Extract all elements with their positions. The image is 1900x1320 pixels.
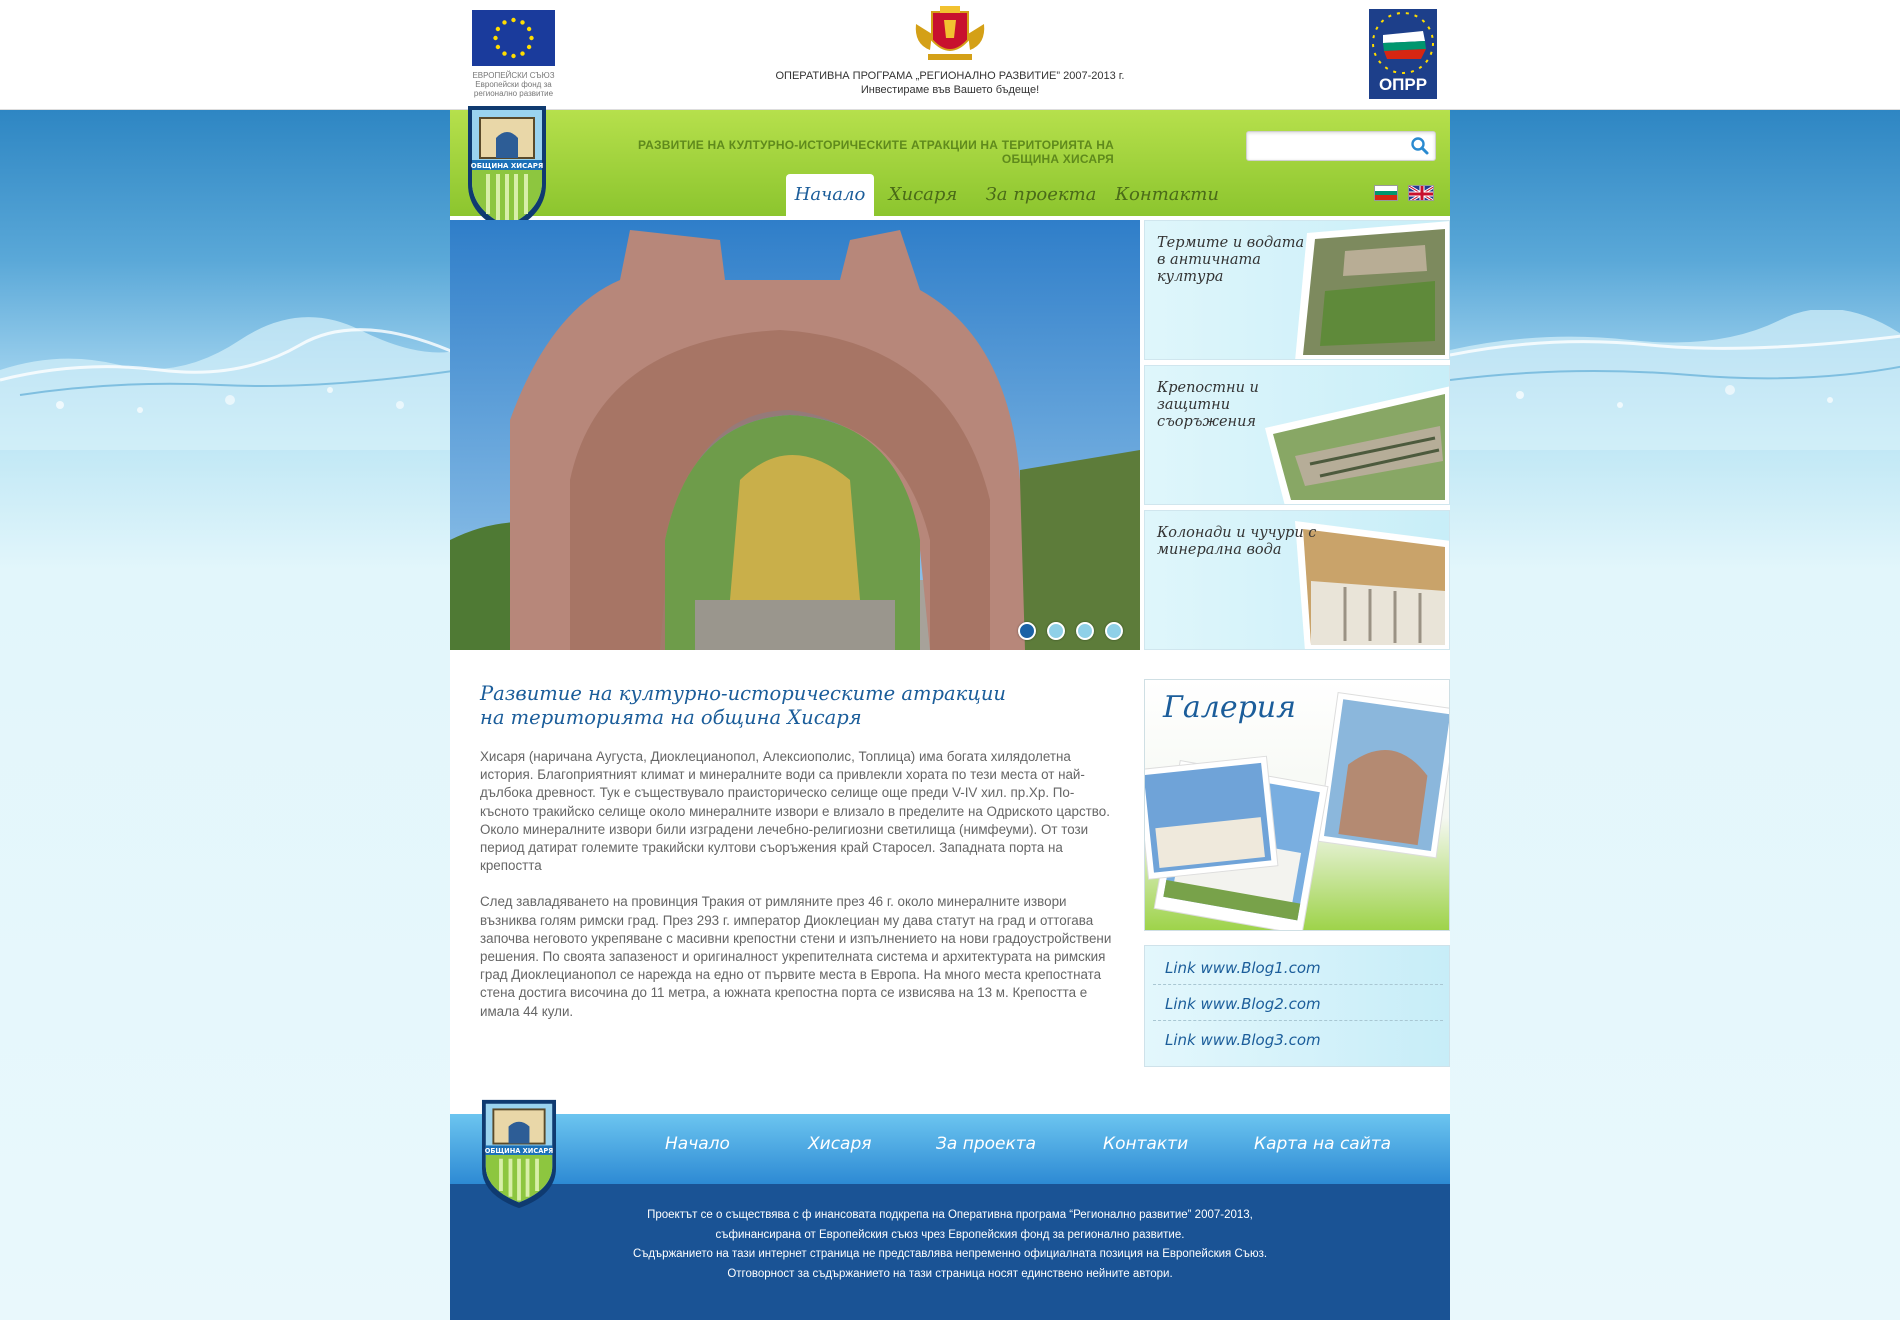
program-caption: ОПЕРАТИВНА ПРОГРАМА „РЕГИОНАЛНО РАЗВИТИЕ… xyxy=(775,70,1125,96)
nav-item-home[interactable]: Начало xyxy=(786,174,874,216)
nav-item-contacts[interactable]: Контакти xyxy=(1114,174,1220,216)
footer-nav-home[interactable]: Начало xyxy=(665,1134,730,1154)
footer-nav-project[interactable]: За проекта xyxy=(936,1134,1036,1154)
tile-thermae-text: Термите и водата в античната култура xyxy=(1157,235,1305,285)
footer-nav-sitemap[interactable]: Карта на сайта xyxy=(1254,1134,1391,1154)
blog-link-3[interactable]: Link www.Blog3.com xyxy=(1165,1031,1435,1049)
search-icon[interactable] xyxy=(1410,136,1430,156)
crest-text: ОБЩИНА ХИСАРЯ xyxy=(471,162,543,170)
slider-dots xyxy=(1018,622,1134,642)
blog-link-2[interactable]: Link www.Blog2.com xyxy=(1165,995,1435,1013)
blog-links: Link www.Blog1.com Link www.Blog2.com Li… xyxy=(1144,945,1450,1067)
slider-dot-2[interactable] xyxy=(1047,622,1065,640)
tile-fortifications-text: Крепостни и защитни съоръжения xyxy=(1157,380,1259,430)
tile-colonnades[interactable]: Колонади и чучури с минерална вода xyxy=(1144,510,1450,650)
opr-logo: ОПРР xyxy=(1369,9,1437,99)
site-title: РАЗВИТИЕ НА КУЛТУРНО-ИСТОРИЧЕСКИТЕ АТРАК… xyxy=(638,138,1114,166)
gb-flag-icon[interactable] xyxy=(1408,185,1434,201)
slider-dot-1[interactable] xyxy=(1018,622,1036,640)
municipality-crest-logo[interactable]: ОБЩИНА ХИСАРЯ xyxy=(466,104,548,234)
footer-info: Проектът се о съществява с ф инансовата … xyxy=(450,1184,1450,1320)
header: РАЗВИТИЕ НА КУЛТУРНО-ИСТОРИЧЕСКИТЕ АТРАК… xyxy=(450,110,1450,216)
content-title: Развитие на културно-историческите атрак… xyxy=(480,682,1006,729)
bg-flag-icon[interactable] xyxy=(1374,185,1398,201)
search-input[interactable] xyxy=(1251,136,1401,156)
nav-item-project[interactable]: За проекта xyxy=(982,174,1100,216)
bulgarian-coat-of-arms-icon xyxy=(915,6,985,60)
footer-text: Проектът се о съществява с ф инансовата … xyxy=(632,1209,1268,1280)
tile-colonnades-text: Колонади и чучури с минерална вода xyxy=(1157,525,1317,558)
water-splash-right xyxy=(1450,310,1900,450)
roman-gate-photo xyxy=(450,220,1140,650)
search-box xyxy=(1246,131,1436,161)
footer-nav: Начало Хисаря За проекта Контакти Карта … xyxy=(450,1114,1450,1184)
eu-flag-icon xyxy=(472,10,555,66)
tile-fortifications[interactable]: Крепостни и защитни съоръжения xyxy=(1144,365,1450,505)
footer-nav-hisarya[interactable]: Хисаря xyxy=(808,1134,871,1154)
tile-thermae[interactable]: Термите и водата в античната култура xyxy=(1144,220,1450,360)
hero-slider[interactable] xyxy=(450,220,1140,650)
page-container: РАЗВИТИЕ НА КУЛТУРНО-ИСТОРИЧЕСКИТЕ АТРАК… xyxy=(450,106,1450,1320)
content-paragraph-2: След завладяването на провинция Тракия о… xyxy=(480,894,1112,1019)
main-content: Развитие на културно-историческите атрак… xyxy=(480,682,1120,1039)
slider-dot-3[interactable] xyxy=(1076,622,1094,640)
blog-link-1[interactable]: Link www.Blog1.com xyxy=(1165,959,1435,977)
content-text: Хисаря (наричана Аугуста, Диоклецианопол… xyxy=(480,748,1115,1021)
footer-nav-contacts[interactable]: Контакти xyxy=(1103,1134,1188,1154)
eu-caption: ЕВРОПЕЙСКИ СЪЮЗ Европейски фонд за регио… xyxy=(472,71,555,98)
bulgaria-map-icon xyxy=(1372,12,1434,74)
link-divider xyxy=(1153,1020,1443,1021)
gallery-box[interactable]: Галерия xyxy=(1144,679,1450,931)
slider-dot-4[interactable] xyxy=(1105,622,1123,640)
footer-crest-logo[interactable]: ОБЩИНА ХИСАРЯ xyxy=(480,1098,558,1210)
top-logos-bar: ЕВРОПЕЙСКИ СЪЮЗ Европейски фонд за регио… xyxy=(0,0,1900,110)
content-paragraph-1: Хисаря (наричана Аугуста, Диоклецианопол… xyxy=(480,749,1110,874)
water-splash-left xyxy=(0,317,460,450)
gallery-photos xyxy=(1145,691,1449,930)
footer-crest-text: ОБЩИНА ХИСАРЯ xyxy=(485,1147,554,1155)
nav-item-hisarya[interactable]: Хисаря xyxy=(882,174,964,216)
link-divider xyxy=(1153,984,1443,985)
